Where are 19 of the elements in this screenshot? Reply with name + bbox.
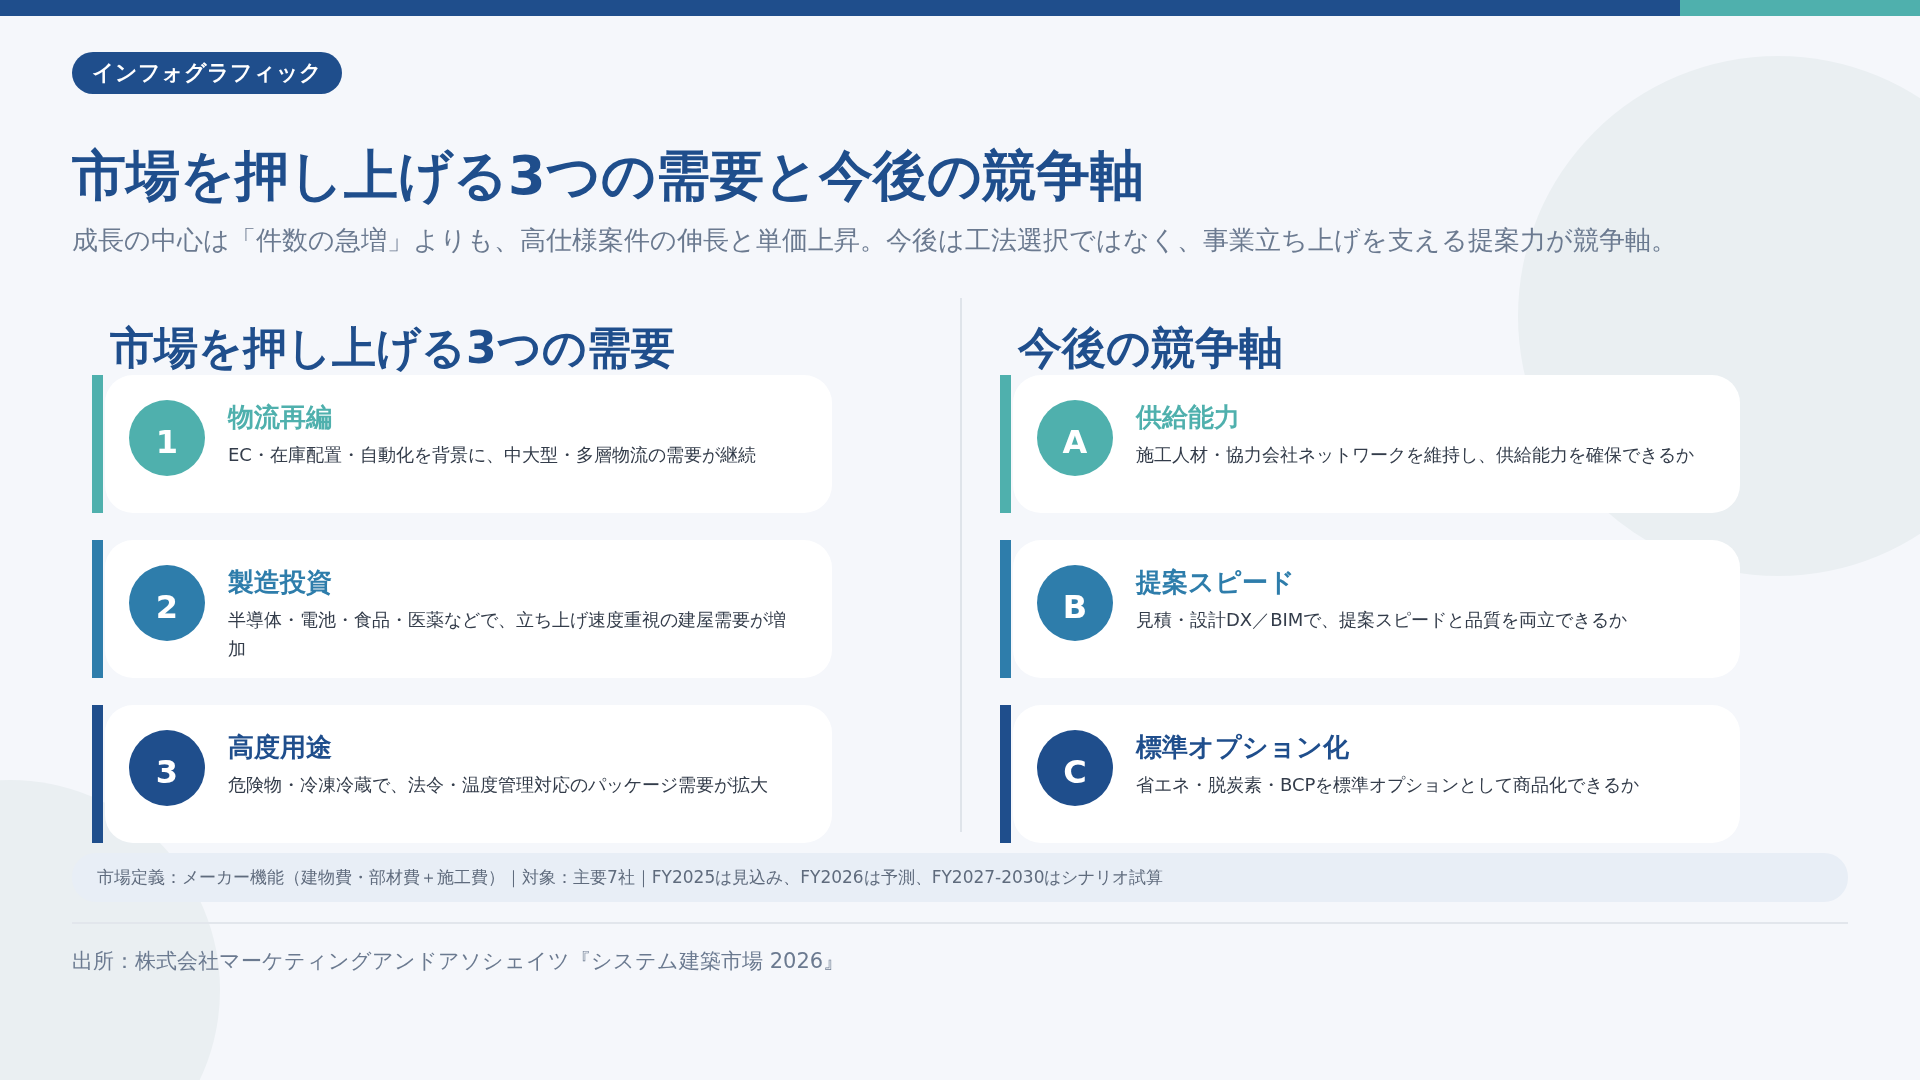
source-text: 出所：株式会社マーケティングアンドアソシェイツ『システム建築市場 2026』 [72,947,846,975]
item-title: 物流再編 [228,401,333,433]
subtitle: 成長の中心は「件数の急増」よりも、高仕様案件の伸長と単価上昇。今後は工法選択ではなく、事業立ち上げを支える提案力が競争軸。 [72,223,1678,257]
item-description: 省エネ・脱炭素・BCPを標準オプションとして商品化できるか [1136,772,1640,797]
item-title: 標準オプション化 [1136,731,1350,763]
item-description: 危険物・冷凍冷蔵で、法令・温度管理対応のパッケージ需要が拡大 [228,772,768,797]
item-title: 製造投資 [228,566,333,598]
item-description: EC・在庫配置・自動化を背景に、中大型・多層物流の需要が継続 [228,442,756,467]
footnote-bar: 市場定義：メーカー機能（建物費・部材費＋施工費）｜対象：主要7社｜FY2025は見込み、FY2026は予測、FY2027-2030はシナリオ試算 [72,852,1848,902]
item-description: 施工人材・協力会社ネットワークを維持し、供給能力を確保できるか [1136,442,1694,467]
page-title: 市場を押し上げる3つの需要と今後の競争軸 [72,144,1145,209]
section-heading: 今後の競争軸 [1016,320,1284,375]
item-title: 提案スピード [1136,566,1296,598]
item-description: 見積・設計DX／BIMで、提案スピードと品質を両立できるか [1136,607,1628,632]
item-title: 高度用途 [228,731,333,763]
section-heading: 市場を押し上げる3つの需要 [109,320,676,375]
category-badge: インフォグラフィック [72,52,342,94]
item-description: 半導体・電池・食品・医薬などで、立ち上げ速度重視の建屋需要が増加 [228,607,787,661]
item-title: 供給能力 [1136,401,1241,433]
